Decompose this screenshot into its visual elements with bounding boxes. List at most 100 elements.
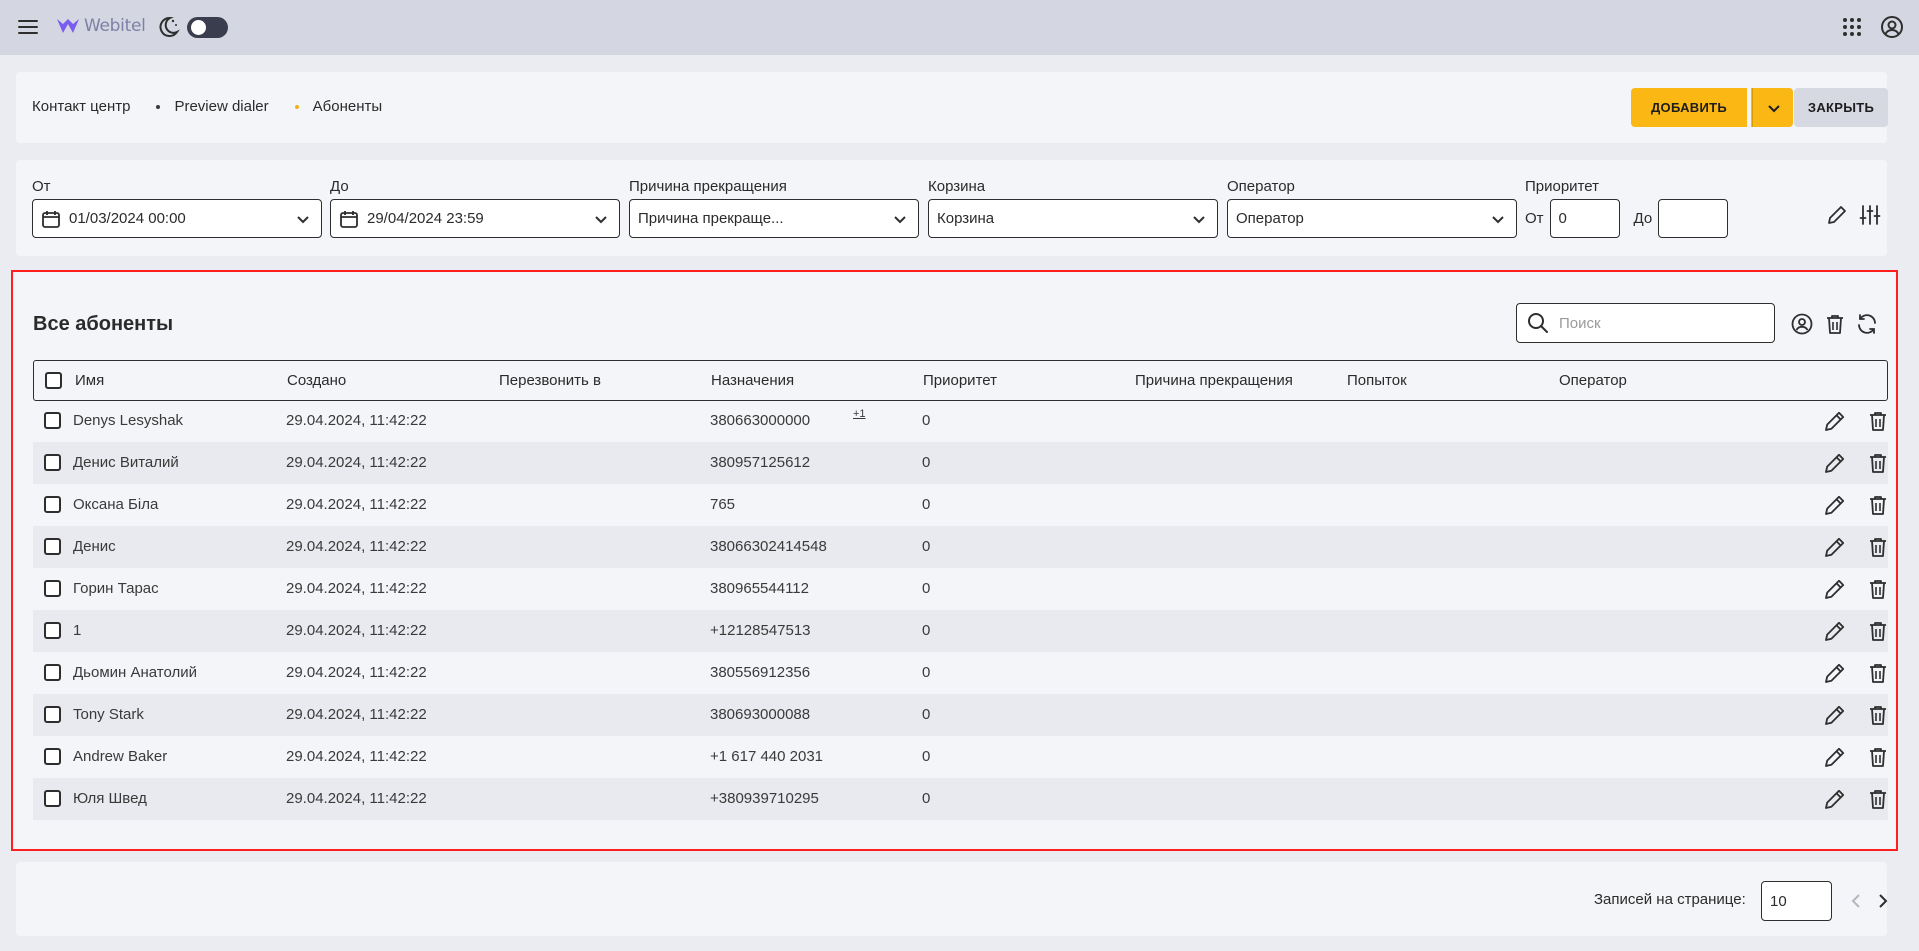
apps-grid-icon[interactable] [1841,16,1863,38]
filter-reason-value: Причина прекраще... [638,210,784,227]
delete-trash-icon[interactable] [1866,493,1890,517]
column-priority[interactable]: Приоритет [923,372,997,389]
table-title: Все абоненты [33,313,174,335]
table-row[interactable]: Andrew Baker 29.04.2024, 11:42:22 +1 617 4… [33,736,1888,778]
table-row[interactable]: Tony Stark 29.04.2024, 11:42:22 3806930000… [33,694,1888,736]
breadcrumb-item-contact-center[interactable]: Контакт центр [32,98,130,115]
breadcrumb-item-preview-dialer[interactable]: Preview dialer [174,98,268,115]
edit-pencil-icon[interactable] [1823,619,1847,643]
delete-trash-icon[interactable] [1866,409,1890,433]
priority-to-input[interactable] [1658,199,1729,238]
breadcrumb-separator [156,104,161,109]
prev-page-icon[interactable] [1847,891,1867,911]
row-checkbox[interactable] [44,580,61,597]
column-destinations[interactable]: Назначения [711,372,794,389]
table-row[interactable]: Горин Тарас 29.04.2024, 11:42:22 380965544… [33,568,1888,610]
filter-operator: Оператор Оператор [1227,178,1517,238]
row-checkbox[interactable] [44,538,61,555]
edit-pencil-icon[interactable] [1823,577,1847,601]
select-all-checkbox[interactable] [45,372,62,389]
table-row[interactable]: 1 29.04.2024, 11:42:22 +12128547513 0 [33,610,1888,652]
edit-pencil-icon[interactable] [1823,535,1847,559]
logo[interactable]: Webitel [56,14,146,38]
more-destinations-link[interactable]: +1 [853,408,866,420]
column-callback[interactable]: Перезвонить в [499,372,601,389]
edit-pencil-icon[interactable] [1823,703,1847,727]
filter-to-datepicker[interactable]: 29/04/2024 23:59 [330,199,620,238]
cell-created: 29.04.2024, 11:42:22 [286,496,427,513]
add-button[interactable]: ДОБАВИТЬ [1631,88,1747,127]
row-checkbox[interactable] [44,496,61,513]
cell-destination: +1 617 440 2031 [710,748,824,765]
filter-reason-select[interactable]: Причина прекраще... [629,199,919,238]
refresh-icon[interactable] [1855,312,1879,336]
delete-trash-icon[interactable] [1866,745,1890,769]
edit-pencil-icon[interactable] [1823,493,1847,517]
cell-destination: 765 [710,496,736,513]
delete-trash-icon[interactable] [1866,451,1890,475]
row-checkbox[interactable] [44,706,61,723]
moon-icon [156,15,180,39]
cell-destination: 380663000000 [710,412,811,429]
next-page-icon[interactable] [1872,891,1892,911]
delete-trash-icon[interactable] [1866,787,1890,811]
cell-priority: 0 [922,580,931,597]
table-row[interactable]: Денис Виталий 29.04.2024, 11:42:22 3809571… [33,442,1888,484]
row-checkbox[interactable] [44,412,61,429]
cell-priority: 0 [922,454,931,471]
delete-trash-icon[interactable] [1866,661,1890,685]
cell-created: 29.04.2024, 11:42:22 [286,748,427,765]
table-row[interactable]: Денис 29.04.2024, 11:42:22 38066302414548 0 [33,526,1888,568]
edit-pencil-icon[interactable] [1823,787,1847,811]
search-input[interactable]: Поиск [1516,303,1775,343]
theme-toggle[interactable] [187,17,228,38]
delete-trash-icon[interactable] [1866,619,1890,643]
row-checkbox[interactable] [44,664,61,681]
filter-bucket-select[interactable]: Корзина [928,199,1218,238]
edit-pencil-icon[interactable] [1823,661,1847,685]
breadcrumb: Контакт центр Preview dialer Абоненты [32,98,382,115]
row-checkbox[interactable] [44,454,61,471]
row-checkbox[interactable] [44,622,61,639]
table-row[interactable]: Оксана Біла 29.04.2024, 11:42:22 765 0 [33,484,1888,526]
column-stop-reason[interactable]: Причина прекращения [1135,372,1293,389]
cell-created: 29.04.2024, 11:42:22 [286,538,427,555]
add-dropdown-button[interactable] [1754,88,1793,127]
reset-user-icon[interactable] [1790,312,1814,336]
filters-panel: От 01/03/2024 00:00 До 29/04/2024 23:59 … [16,160,1887,256]
row-checkbox[interactable] [44,790,61,807]
filter-from-datepicker[interactable]: 01/03/2024 00:00 [32,199,322,238]
column-name[interactable]: Имя [75,372,104,389]
logo-text: Webitel [84,16,146,36]
delete-trash-icon[interactable] [1866,577,1890,601]
edit-pencil-icon[interactable] [1823,409,1847,433]
cell-created: 29.04.2024, 11:42:22 [286,664,427,681]
pencil-icon[interactable] [1826,204,1848,226]
priority-from-input[interactable]: 0 [1549,199,1620,238]
edit-pencil-icon[interactable] [1823,451,1847,475]
cell-destination: +380939710295 [710,790,819,807]
edit-pencil-icon[interactable] [1823,745,1847,769]
user-icon[interactable] [1879,14,1905,40]
cell-created: 29.04.2024, 11:42:22 [286,622,427,639]
column-attempts[interactable]: Попыток [1347,372,1407,389]
table-row[interactable]: Юля Швед 29.04.2024, 11:42:22 +38093971029… [33,778,1888,820]
delete-trash-icon[interactable] [1866,535,1890,559]
cell-name: Оксана Біла [73,496,159,513]
sliders-icon[interactable] [1859,204,1881,226]
cell-name: Tony Stark [73,706,144,723]
table-row[interactable]: Дьомин Анатолий 29.04.2024, 11:42:22 38055… [33,652,1888,694]
filter-from-value: 01/03/2024 00:00 [69,210,186,227]
column-operator[interactable]: Оператор [1559,372,1627,389]
close-button[interactable]: ЗАКРЫТЬ [1794,88,1888,127]
chevron-down-icon [1492,216,1504,224]
cell-destination: 380957125612 [710,454,811,471]
delete-trash-icon[interactable] [1866,703,1890,727]
per-page-input[interactable]: 10 [1761,881,1832,921]
trash-icon[interactable] [1823,312,1847,336]
menu-icon[interactable] [16,15,40,39]
filter-operator-select[interactable]: Оператор [1227,199,1517,238]
table-row[interactable]: Denys Lesyshak 29.04.2024, 11:42:22 380663… [33,400,1888,442]
column-created[interactable]: Создано [287,372,346,389]
row-checkbox[interactable] [44,748,61,765]
